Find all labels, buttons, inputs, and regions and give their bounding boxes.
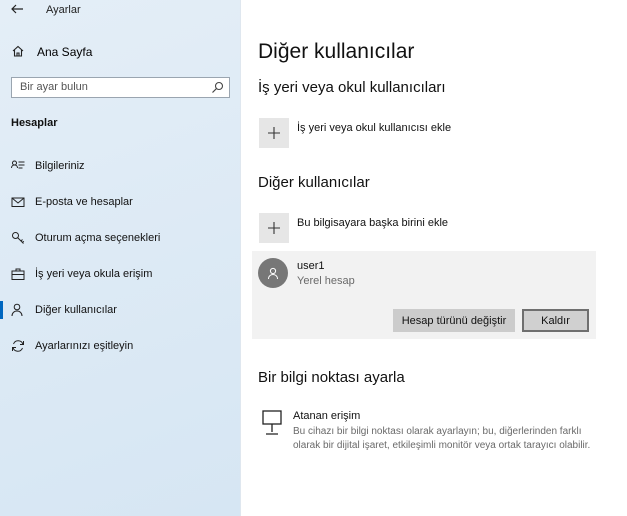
sidebar-item-your-info[interactable]: Bilgileriniz [0, 154, 240, 178]
sidebar-item-label: E-posta ve hesaplar [35, 196, 133, 208]
user-avatar-icon [258, 258, 288, 288]
sidebar-item-label: Oturum açma seçenekleri [35, 232, 161, 244]
user-card[interactable]: user1 Yerel hesap Hesap türünü değiştir … [252, 251, 596, 339]
person-icon [11, 303, 25, 317]
sync-icon [11, 339, 25, 353]
search-input[interactable] [20, 81, 200, 93]
title-bar: Ayarlar [0, 0, 241, 22]
sidebar-item-label: İş yeri veya okula erişim [35, 268, 153, 280]
sidebar-item-label: Diğer kullanıcılar [35, 304, 117, 316]
home-label: Ana Sayfa [37, 45, 93, 59]
sidebar-item-sync[interactable]: Ayarlarınızı eşitleyin [0, 334, 240, 358]
sidebar-item-sign-in[interactable]: Oturum açma seçenekleri [0, 226, 240, 250]
app-title: Ayarlar [46, 4, 81, 16]
add-work-user-button[interactable] [259, 118, 289, 148]
assigned-access-description: Bu cihazı bir bilgi noktası olarak ayarl… [293, 426, 591, 451]
sidebar-item-email[interactable]: E-posta ve hesaplar [0, 190, 240, 214]
home-icon [10, 43, 26, 59]
plus-icon [268, 127, 280, 139]
plus-icon [268, 222, 280, 234]
kiosk-icon[interactable] [261, 410, 283, 436]
add-other-user-row[interactable]: Bu bilgisayara başka birini ekle [259, 213, 599, 245]
sidebar-item-other-users[interactable]: Diğer kullanıcılar [0, 298, 240, 322]
sidebar-item-label: Bilgileriniz [35, 160, 85, 172]
add-other-user-label: Bu bilgisayara başka birini ekle [297, 217, 449, 229]
assigned-access-title[interactable]: Atanan erişim [293, 410, 360, 422]
main-content: Diğer kullanıcılar İş yeri veya okul kul… [241, 0, 627, 516]
search-icon[interactable] [211, 81, 224, 94]
key-icon [11, 231, 25, 245]
work-users-heading: İş yeri veya okul kullanıcıları [258, 79, 446, 96]
add-work-user-row[interactable]: İş yeri veya okul kullanıcısı ekle [259, 118, 599, 150]
sidebar-item-label: Ayarlarınızı eşitleyin [35, 340, 134, 352]
search-box[interactable] [11, 77, 230, 98]
sidebar-item-work-access[interactable]: İş yeri veya okula erişim [0, 262, 240, 286]
section-header-accounts: Hesaplar [11, 117, 58, 129]
kiosk-heading: Bir bilgi noktası ayarla [258, 369, 405, 386]
user-name: user1 [297, 260, 325, 272]
add-other-user-button[interactable] [259, 213, 289, 243]
remove-user-button[interactable]: Kaldır [522, 309, 589, 332]
briefcase-icon [11, 267, 25, 281]
user-account-type: Yerel hesap [297, 275, 355, 287]
person-info-icon [11, 159, 25, 173]
home-link[interactable]: Ana Sayfa [10, 43, 230, 61]
add-work-user-label: İş yeri veya okul kullanıcısı ekle [297, 122, 452, 134]
change-account-type-button[interactable]: Hesap türünü değiştir [393, 309, 515, 332]
sidebar: Ayarlar Ana Sayfa Hesaplar Bilgileriniz … [0, 0, 241, 516]
mail-icon [11, 195, 25, 209]
page-title: Diğer kullanıcılar [258, 40, 415, 63]
back-arrow-icon[interactable] [10, 2, 28, 18]
other-users-heading: Diğer kullanıcılar [258, 174, 370, 191]
